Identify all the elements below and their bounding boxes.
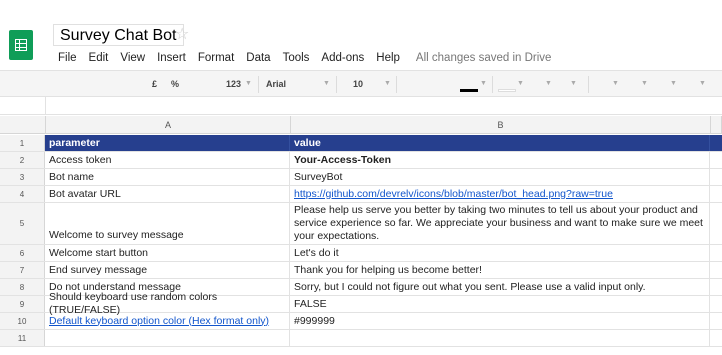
percent-format-button[interactable]: % xyxy=(171,79,179,89)
cell-a6[interactable]: Welcome start button xyxy=(46,245,290,261)
fill-color-button[interactable] xyxy=(498,89,516,92)
grid-icon xyxy=(15,39,27,51)
cell-a7[interactable]: End survey message xyxy=(46,262,290,278)
cell-b10[interactable]: #999999 xyxy=(291,313,710,329)
star-icon[interactable]: ☆ xyxy=(175,25,189,45)
menu-edit[interactable]: Edit xyxy=(89,52,109,64)
row-number[interactable]: 8 xyxy=(0,279,45,295)
cell-a1[interactable]: parameter xyxy=(46,135,290,151)
menu-help[interactable]: Help xyxy=(376,52,400,64)
keyboard-color-link[interactable]: Default keyboard option color (Hex forma… xyxy=(49,315,269,328)
font-family-select[interactable]: Arial xyxy=(266,79,286,89)
cell-a2[interactable]: Access token xyxy=(46,152,290,168)
cell-a10[interactable]: Default keyboard option color (Hex forma… xyxy=(46,313,290,329)
menu-insert[interactable]: Insert xyxy=(157,52,186,64)
toolbar-divider xyxy=(588,76,589,93)
document-title[interactable]: Survey Chat Bot xyxy=(53,24,184,46)
cell-a4[interactable]: Bot avatar URL xyxy=(46,186,290,202)
table-row: 10 Default keyboard option color (Hex fo… xyxy=(0,313,722,330)
chevron-down-icon: ▼ xyxy=(517,80,524,87)
text-color-button[interactable] xyxy=(460,89,478,92)
menu-data[interactable]: Data xyxy=(246,52,270,64)
more-formats-button[interactable]: 123 xyxy=(226,79,241,89)
row-number[interactable]: 9 xyxy=(0,296,45,312)
row-number[interactable]: 1 xyxy=(0,135,45,151)
table-row: 9 Should keyboard use random colors (TRU… xyxy=(0,291,722,316)
row-number[interactable]: 3 xyxy=(0,169,45,185)
chevron-down-icon[interactable]: ▼ xyxy=(641,80,648,87)
save-status: All changes saved in Drive xyxy=(415,52,552,64)
chevron-down-icon: ▼ xyxy=(384,80,391,87)
menu-bar: File Edit View Insert Format Data Tools … xyxy=(58,50,551,66)
toolbar-divider xyxy=(336,76,337,93)
cell-b3[interactable]: SurveyBot xyxy=(291,169,710,185)
formula-bar[interactable] xyxy=(0,97,722,115)
chevron-down-icon[interactable]: ▼ xyxy=(670,80,677,87)
menu-file[interactable]: File xyxy=(58,52,77,64)
cell-b6[interactable]: Let's do it xyxy=(291,245,710,261)
cell-b8[interactable]: Sorry, but I could not figure out what y… xyxy=(291,279,710,295)
column-header-a[interactable]: A xyxy=(46,116,291,134)
table-row: 7 End survey message Thank you for helpi… xyxy=(0,262,722,279)
font-size-select[interactable]: 10 xyxy=(353,79,363,89)
select-all-corner[interactable] xyxy=(0,116,46,134)
cell-b9[interactable]: FALSE xyxy=(291,296,710,312)
toolbar: £ % 123 ▼ Arial ▼ 10 ▼ ▼ ▼ ▼ ▼ ▼ ▼ ▼ ▼ xyxy=(0,70,722,97)
currency-format-button[interactable]: £ xyxy=(152,79,157,89)
cell-b5[interactable]: Please help us serve you better by takin… xyxy=(291,203,710,244)
cell-a11[interactable] xyxy=(46,330,290,346)
cell-a5[interactable]: Welcome to survey message xyxy=(46,203,290,244)
sheets-logo-icon[interactable] xyxy=(9,30,33,60)
formula-divider xyxy=(45,97,46,115)
chevron-down-icon[interactable]: ▼ xyxy=(612,80,619,87)
cell-a9[interactable]: Should keyboard use random colors (TRUE/… xyxy=(46,291,290,316)
avatar-url-link[interactable]: https://github.com/devrelv/icons/blob/ma… xyxy=(294,188,613,201)
table-row: 1 parameter value xyxy=(0,135,722,152)
table-row: 11 xyxy=(0,330,722,347)
chevron-down-icon[interactable]: ▼ xyxy=(545,80,552,87)
row-number[interactable]: 10 xyxy=(0,313,45,329)
menu-add-ons[interactable]: Add-ons xyxy=(321,52,364,64)
table-row: 4 Bot avatar URL https://github.com/devr… xyxy=(0,186,722,203)
menu-view[interactable]: View xyxy=(120,52,145,64)
menu-tools[interactable]: Tools xyxy=(283,52,310,64)
column-header-c[interactable] xyxy=(711,116,722,134)
cell-b7[interactable]: Thank you for helping us become better! xyxy=(291,262,710,278)
toolbar-divider xyxy=(396,76,397,93)
row-number[interactable]: 2 xyxy=(0,152,45,168)
row-number[interactable]: 7 xyxy=(0,262,45,278)
menu-format[interactable]: Format xyxy=(198,52,234,64)
chevron-down-icon: ▼ xyxy=(245,80,252,87)
cell-a3[interactable]: Bot name xyxy=(46,169,290,185)
table-row: 5 Welcome to survey message Please help … xyxy=(0,203,722,245)
chevron-down-icon[interactable]: ▼ xyxy=(570,80,577,87)
chevron-down-icon: ▼ xyxy=(323,80,330,87)
cell-b11[interactable] xyxy=(291,330,710,346)
cell-b4[interactable]: https://github.com/devrelv/icons/blob/ma… xyxy=(291,186,710,202)
column-header-b[interactable]: B xyxy=(291,116,711,134)
row-number[interactable]: 11 xyxy=(0,330,45,346)
table-row: 2 Access token Your-Access-Token xyxy=(0,152,722,169)
cell-b2[interactable]: Your-Access-Token xyxy=(291,152,710,168)
row-number[interactable]: 4 xyxy=(0,186,45,202)
chevron-down-icon[interactable]: ▼ xyxy=(699,80,706,87)
toolbar-divider xyxy=(492,76,493,93)
table-row: 6 Welcome start button Let's do it xyxy=(0,245,722,262)
row-number[interactable]: 6 xyxy=(0,245,45,261)
chevron-down-icon: ▼ xyxy=(480,80,487,87)
row-number[interactable]: 5 xyxy=(0,203,45,244)
toolbar-divider xyxy=(258,76,259,93)
cell-b1[interactable]: value xyxy=(291,135,710,151)
table-row: 3 Bot name SurveyBot xyxy=(0,169,722,186)
